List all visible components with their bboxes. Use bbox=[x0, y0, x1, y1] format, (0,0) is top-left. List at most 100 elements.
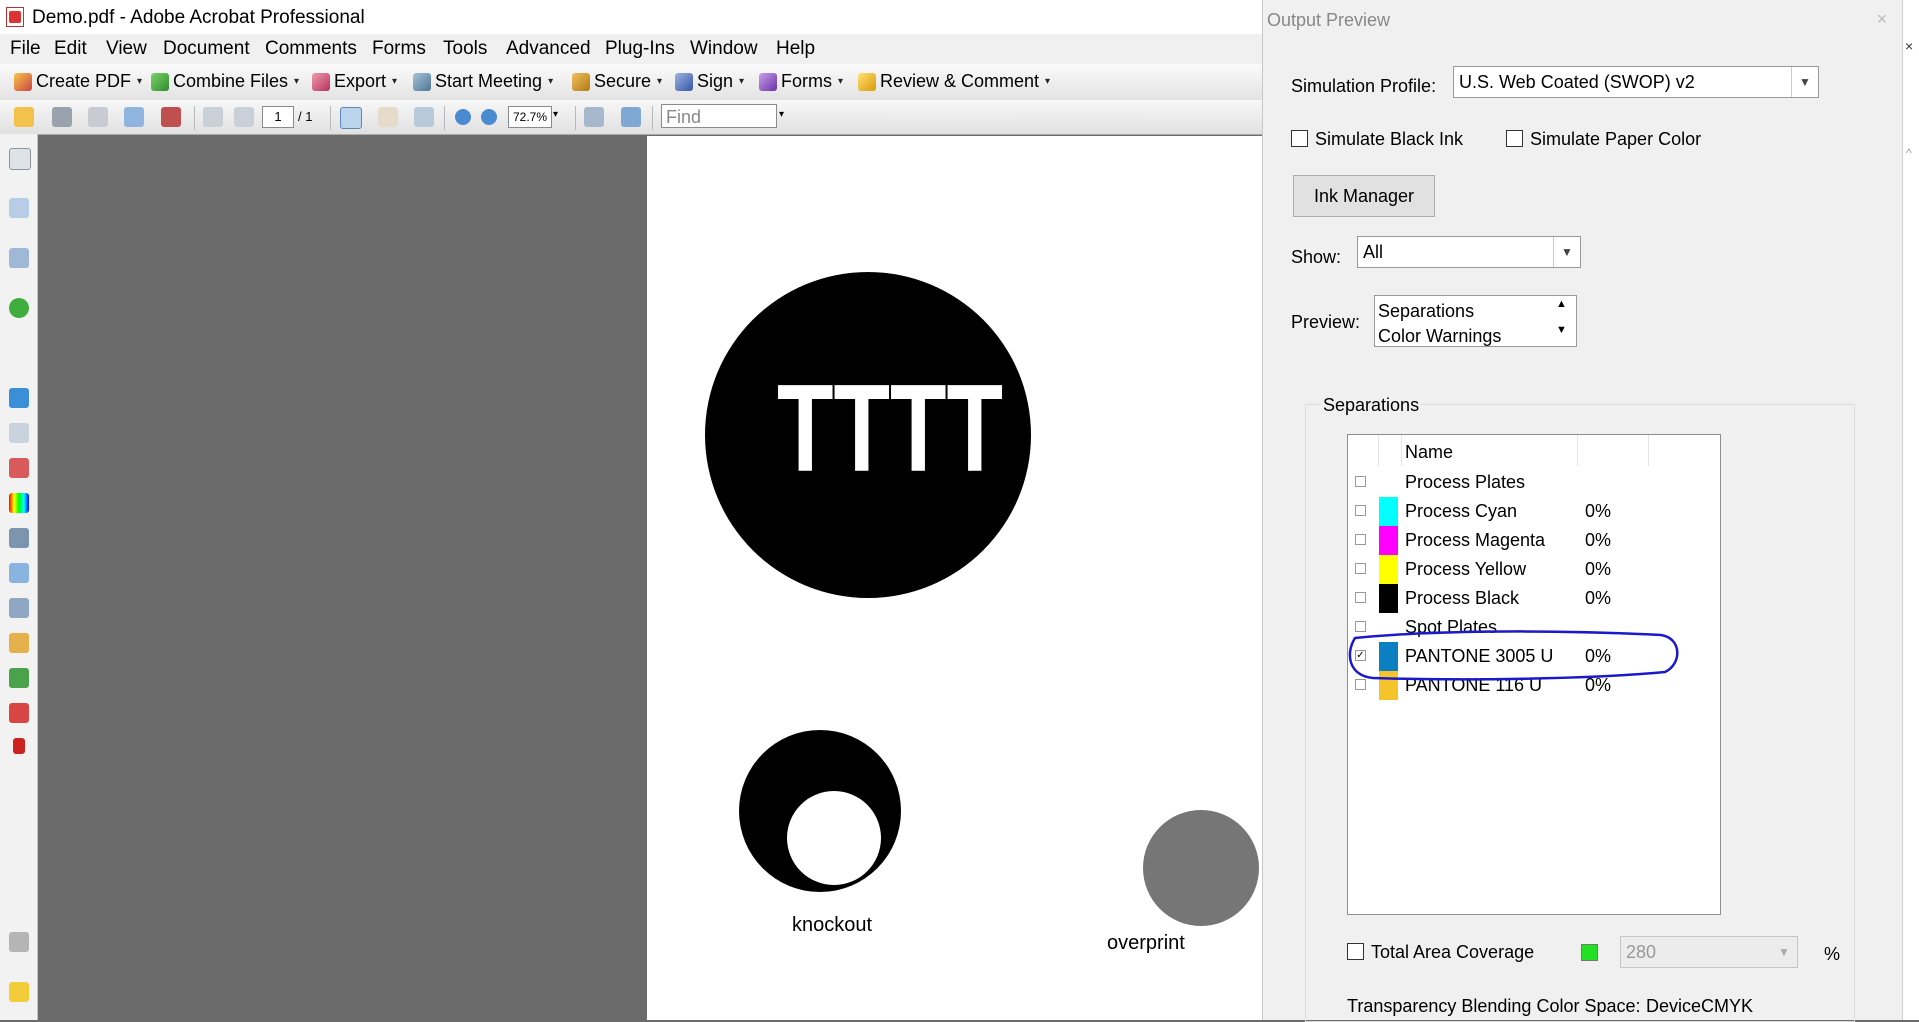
combine-files-button[interactable]: Combine Files ▾ bbox=[151, 71, 299, 92]
secure-button[interactable]: Secure ▾ bbox=[572, 71, 662, 92]
toolbar-divider bbox=[652, 106, 653, 130]
separation-checkbox[interactable] bbox=[1355, 476, 1366, 487]
email-icon[interactable] bbox=[124, 107, 144, 127]
convert-colors-icon[interactable] bbox=[9, 703, 29, 723]
preview-option-separations[interactable]: Separations bbox=[1378, 301, 1474, 322]
touch-up-object-icon[interactable] bbox=[9, 598, 29, 618]
marquee-zoom-icon[interactable] bbox=[414, 107, 434, 127]
menu-comments[interactable]: Comments bbox=[265, 38, 357, 60]
menu-document[interactable]: Document bbox=[163, 38, 250, 60]
comments-icon[interactable] bbox=[9, 982, 29, 1002]
menu-forms[interactable]: Forms bbox=[372, 38, 426, 60]
page-artwork: TTTT bbox=[705, 272, 1259, 926]
acrobat-pdf-icon bbox=[6, 7, 24, 27]
separation-checkbox[interactable] bbox=[1355, 534, 1366, 545]
close-icon[interactable]: × bbox=[1869, 6, 1895, 32]
preview-listbox[interactable]: Separations Color Warnings ▲ ▼ bbox=[1374, 295, 1577, 347]
scroll-up-icon[interactable]: ^ bbox=[1906, 146, 1912, 160]
fit-page-icon[interactable] bbox=[621, 107, 641, 127]
fix-hairlines-icon[interactable] bbox=[9, 633, 29, 653]
window-title: Demo.pdf - Adobe Acrobat Professional bbox=[32, 7, 365, 28]
separation-row-process-black[interactable]: Process Black 0% bbox=[1348, 584, 1720, 613]
hand-tool-icon[interactable] bbox=[378, 107, 398, 127]
toolbar-divider bbox=[330, 106, 331, 130]
navigation-toolbar: 1 / 1 72.7% ▾ Find ▾ bbox=[0, 100, 1262, 135]
help-icon[interactable] bbox=[9, 298, 29, 318]
collaborate-icon[interactable] bbox=[161, 107, 181, 127]
page-number-input[interactable]: 1 bbox=[262, 106, 294, 128]
scroll-up-icon[interactable]: ▲ bbox=[1556, 298, 1567, 310]
simulate-paper-color-checkbox[interactable] bbox=[1506, 130, 1523, 147]
select-tool-icon[interactable] bbox=[340, 107, 362, 129]
jdf-job-icon[interactable] bbox=[13, 738, 25, 754]
menu-advanced[interactable]: Advanced bbox=[506, 38, 591, 60]
cyan-swatch bbox=[1379, 497, 1398, 526]
zoom-level-input[interactable]: 72.7% bbox=[508, 106, 552, 128]
separation-checkbox[interactable] bbox=[1355, 592, 1366, 603]
menu-edit[interactable]: Edit bbox=[54, 38, 87, 60]
menu-plug-ins[interactable]: Plug-Ins bbox=[605, 38, 675, 60]
sign-button[interactable]: Sign ▾ bbox=[675, 71, 744, 92]
preflight-icon[interactable] bbox=[9, 458, 29, 478]
menu-help[interactable]: Help bbox=[776, 38, 815, 60]
open-folder-icon[interactable] bbox=[14, 107, 34, 127]
output-preview-icon[interactable] bbox=[9, 493, 29, 513]
coverage-value-select[interactable]: 280 ▼ bbox=[1620, 936, 1798, 968]
separation-row-process-plates[interactable]: Process Plates bbox=[1348, 468, 1720, 497]
separation-row-process-magenta[interactable]: Process Magenta 0% bbox=[1348, 526, 1720, 555]
simulate-black-ink-checkbox[interactable] bbox=[1291, 130, 1308, 147]
yellow-swatch bbox=[1379, 555, 1398, 584]
comment-bubble-icon bbox=[858, 72, 876, 91]
separation-row-process-cyan[interactable]: Process Cyan 0% bbox=[1348, 497, 1720, 526]
menu-window[interactable]: Window bbox=[690, 38, 758, 60]
column-header-name: Name bbox=[1405, 442, 1454, 462]
show-select[interactable]: All ▼ bbox=[1357, 236, 1581, 268]
menu-tools[interactable]: Tools bbox=[443, 38, 487, 60]
simulate-paper-color-label: Simulate Paper Color bbox=[1530, 129, 1702, 149]
crop-pages-icon[interactable] bbox=[9, 563, 29, 583]
separation-row-process-yellow[interactable]: Process Yellow 0% bbox=[1348, 555, 1720, 584]
start-meeting-button[interactable]: Start Meeting ▾ bbox=[413, 71, 553, 92]
simulation-profile-select[interactable]: U.S. Web Coated (SWOP) v2 ▼ bbox=[1453, 66, 1819, 98]
menu-view[interactable]: View bbox=[106, 38, 147, 60]
coverage-color-swatch[interactable] bbox=[1581, 944, 1598, 961]
signatures-icon[interactable] bbox=[9, 248, 29, 268]
flattener-preview-icon[interactable] bbox=[9, 668, 29, 688]
separation-checkbox[interactable] bbox=[1355, 563, 1366, 574]
trim-box-icon[interactable] bbox=[9, 423, 29, 443]
background-window-edge: × ^ bbox=[1902, 0, 1919, 1020]
close-icon[interactable]: × bbox=[1905, 38, 1913, 54]
next-page-icon[interactable] bbox=[234, 107, 254, 127]
print-production-icon[interactable] bbox=[9, 388, 29, 408]
ink-manager-icon[interactable] bbox=[9, 528, 29, 548]
scroll-down-icon[interactable]: ▼ bbox=[1556, 324, 1567, 336]
menu-file[interactable]: File bbox=[10, 38, 41, 60]
bookmarks-icon[interactable] bbox=[9, 198, 29, 218]
chevron-down-icon: ▼ bbox=[1791, 67, 1818, 97]
ink-manager-button[interactable]: Ink Manager bbox=[1293, 175, 1435, 217]
review-comment-button[interactable]: Review & Comment ▾ bbox=[858, 71, 1050, 92]
combine-files-icon bbox=[151, 72, 169, 91]
preview-option-color-warnings[interactable]: Color Warnings bbox=[1378, 326, 1501, 346]
create-pdf-button[interactable]: Create PDF ▾ bbox=[14, 71, 142, 92]
forms-button[interactable]: Forms ▾ bbox=[759, 71, 843, 92]
zoom-in-icon[interactable] bbox=[481, 109, 497, 125]
find-input[interactable]: Find bbox=[661, 104, 777, 128]
toolbar-divider bbox=[575, 106, 576, 130]
knocked-out-text: TTTT bbox=[777, 360, 1003, 498]
total-area-coverage-checkbox[interactable] bbox=[1347, 943, 1364, 960]
find-dropdown-icon[interactable]: ▾ bbox=[779, 109, 784, 120]
paperclip-icon[interactable] bbox=[9, 932, 29, 952]
toolbar-divider bbox=[444, 106, 445, 130]
menu-bar: File Edit View Document Comments Forms T… bbox=[0, 34, 1262, 64]
fit-width-icon[interactable] bbox=[584, 107, 604, 127]
pages-icon[interactable] bbox=[9, 148, 31, 170]
export-button[interactable]: Export ▾ bbox=[312, 71, 397, 92]
previous-page-icon[interactable] bbox=[203, 107, 223, 127]
print-icon[interactable] bbox=[52, 107, 72, 127]
zoom-out-icon[interactable] bbox=[455, 109, 471, 125]
save-icon[interactable] bbox=[88, 107, 108, 127]
output-preview-dialog: Output Preview × Simulation Profile: U.S… bbox=[1262, 0, 1903, 1022]
zoom-dropdown-icon[interactable]: ▾ bbox=[553, 109, 558, 120]
separation-checkbox[interactable] bbox=[1355, 505, 1366, 516]
